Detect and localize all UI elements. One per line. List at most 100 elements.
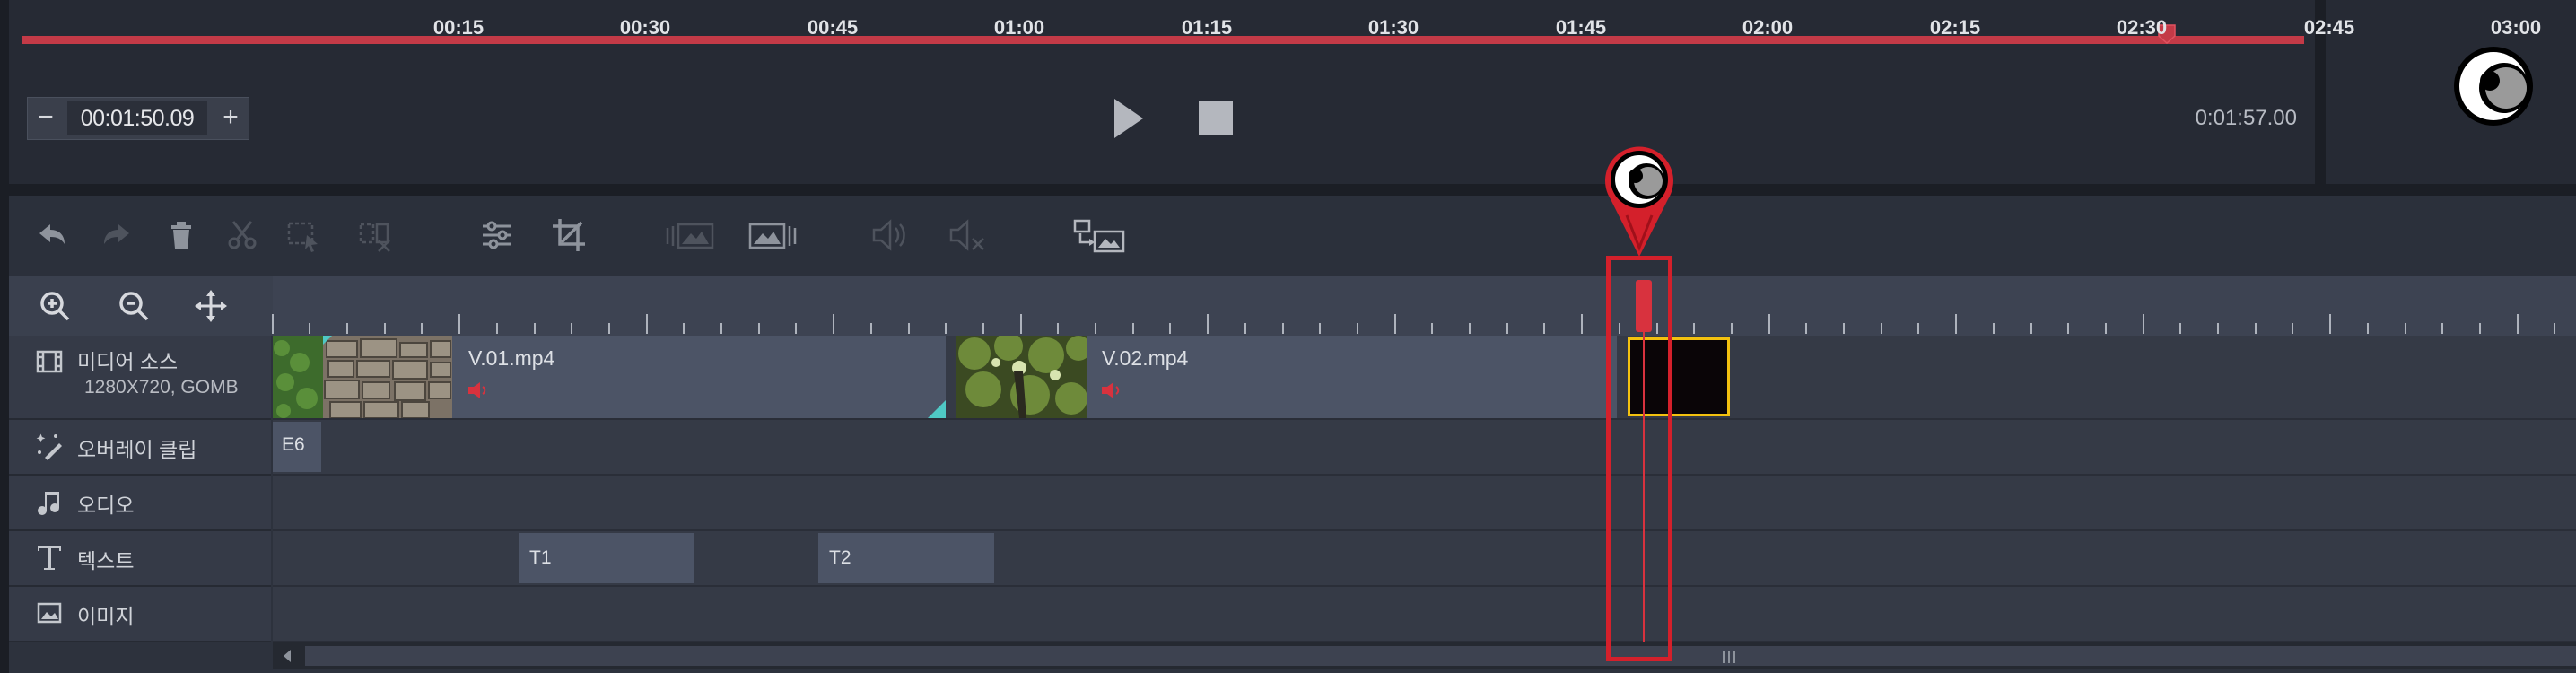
video-clip[interactable]: V.01.mp4 (273, 336, 946, 418)
image-icon (37, 602, 62, 624)
ruler-tick (2179, 323, 2182, 334)
ruler-label: 00:15 (432, 16, 485, 39)
timecode-increase-button[interactable]: + (213, 98, 249, 139)
ruler-tick (495, 323, 498, 334)
ruler-label: 03:00 (2490, 16, 2542, 39)
track-header-audio[interactable]: 오디오 (9, 476, 271, 531)
stop-icon[interactable] (1199, 101, 1233, 135)
ruler-tick (1581, 314, 1584, 334)
ruler-tick (1843, 323, 1845, 334)
text-clip[interactable]: T2 (818, 533, 994, 583)
delete-icon[interactable] (163, 217, 199, 253)
redo-icon[interactable] (99, 217, 135, 253)
track-header-overlay[interactable]: 오버레이 클립 (9, 420, 271, 476)
ruler-label: 00:30 (619, 16, 671, 39)
scroll-left-icon[interactable] (280, 648, 294, 664)
timecode-input[interactable]: 00:01:50.09 (67, 101, 207, 135)
ruler-tick (1057, 323, 1060, 334)
ruler-tick (2404, 323, 2406, 334)
ruler-tick (2292, 323, 2294, 334)
track-overlay[interactable] (273, 420, 2576, 476)
ruler-tick (720, 323, 722, 334)
music-note-icon (38, 492, 59, 515)
ruler-tick (833, 314, 835, 334)
audio-on-icon (1102, 382, 1120, 398)
play-icon[interactable] (1113, 97, 1145, 140)
track-header-text[interactable]: 텍스트 (9, 531, 271, 587)
zoom-in-icon[interactable] (38, 289, 72, 323)
track-header-media[interactable]: 미디어 소스 1280X720, GOMB (9, 336, 271, 420)
ruler-tick (1431, 323, 1434, 334)
track-audio[interactable] (273, 476, 2576, 531)
ruler-tick (1019, 314, 1022, 334)
clip-name: T1 (529, 547, 552, 568)
image-after-icon[interactable] (747, 217, 797, 253)
swap-media-icon[interactable] (1073, 217, 1127, 253)
ruler-tick (2366, 323, 2369, 334)
timecode-decrease-button[interactable]: − (28, 98, 64, 139)
ruler-tick (1319, 323, 1322, 334)
ruler-label: 02:00 (1742, 16, 1794, 39)
select-icon[interactable] (285, 217, 321, 253)
ruler-label: 02:45 (2303, 16, 2355, 39)
ruler-tick (1693, 323, 1696, 334)
ruler-label: 02:15 (1929, 16, 1981, 39)
ruler-label: 02:30 (2116, 16, 2168, 39)
ruler-tick (683, 323, 685, 334)
video-thumbnail (956, 336, 1087, 418)
audio-icon[interactable] (870, 217, 910, 253)
track-sublabel-media: 1280X720, GOMB (84, 377, 239, 398)
adjust-icon[interactable] (479, 217, 515, 253)
ruler-tick (2441, 323, 2444, 334)
ruler-tick (1244, 323, 1246, 334)
magic-wand-icon (36, 433, 62, 460)
film-icon (36, 350, 63, 373)
duration-label: 0:01:57.00 (2195, 106, 2297, 130)
ruler-tick (271, 314, 274, 334)
track-header-image[interactable]: 이미지 (9, 587, 271, 642)
video-thumbnail (273, 336, 452, 418)
ruler-tick (1356, 323, 1358, 334)
text-clip[interactable]: T1 (519, 533, 694, 583)
video-clip[interactable]: V.02.mp4 (956, 336, 1617, 418)
cut-icon[interactable] (224, 217, 260, 253)
ruler-tick (421, 323, 424, 334)
fit-icon[interactable] (194, 289, 228, 323)
ruler-tick (2067, 323, 2070, 334)
overlay-clip[interactable]: E6 (273, 422, 321, 472)
ruler-tick (2142, 314, 2144, 334)
ruler-tick (1281, 323, 1284, 334)
ruler-tick (757, 323, 760, 334)
audio-on-icon (468, 382, 486, 398)
time-ruler[interactable] (273, 276, 2576, 336)
ruler-tick (1805, 323, 1808, 334)
split-icon[interactable] (357, 217, 393, 253)
ruler-tick (1955, 314, 1958, 334)
highlight-box (1606, 256, 1672, 661)
undo-icon[interactable] (34, 217, 70, 253)
image-before-icon[interactable] (666, 217, 716, 253)
track-image[interactable] (273, 587, 2576, 642)
ruler-tick (2329, 314, 2332, 334)
eye-marker-pin-icon (1605, 146, 1673, 257)
clip-name: T2 (829, 547, 851, 568)
mute-icon[interactable] (947, 217, 987, 253)
ruler-tick (458, 314, 461, 334)
scroll-thumb[interactable] (305, 646, 2576, 666)
crop-icon[interactable] (551, 217, 587, 253)
ruler-tick (2516, 314, 2519, 334)
text-icon (38, 546, 61, 570)
ruler-tick (795, 323, 798, 334)
ruler-tick (1207, 314, 1209, 334)
zoom-out-icon[interactable] (117, 289, 151, 323)
ruler-tick (1469, 323, 1471, 334)
grip-icon (1723, 651, 1735, 663)
ruler-tick (533, 323, 536, 334)
ruler-tick (1880, 323, 1882, 334)
ruler-tick (1768, 314, 1770, 334)
ruler-label: 01:15 (1181, 16, 1233, 39)
ruler-tick (1131, 323, 1134, 334)
ruler-tick (945, 323, 947, 334)
ruler-tick (1169, 323, 1172, 334)
track-label-media: 미디어 소스 (77, 350, 179, 373)
